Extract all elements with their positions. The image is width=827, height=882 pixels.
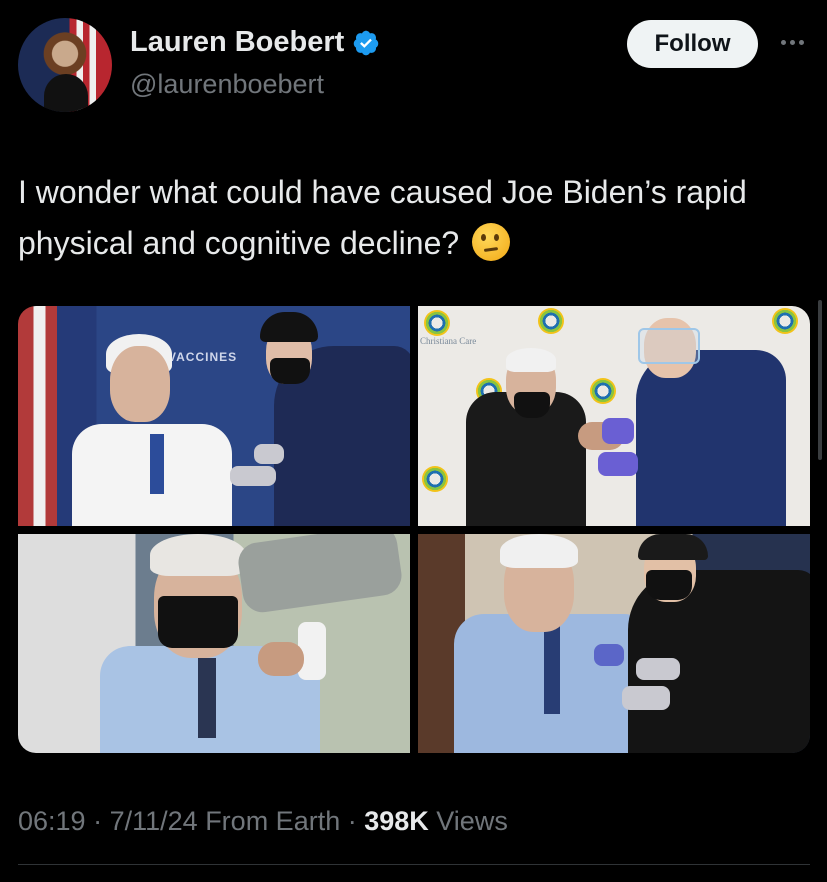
verified-badge-icon: [354, 30, 379, 55]
media-image-2[interactable]: Christiana Care: [418, 306, 810, 526]
views-label[interactable]: Views: [436, 806, 508, 836]
views-count[interactable]: 398K: [364, 806, 429, 836]
tweet-time[interactable]: 06:19: [18, 806, 86, 836]
thinking-face-icon: [472, 223, 511, 261]
avatar[interactable]: [18, 18, 112, 112]
tweet-text: I wonder what could have caused Joe Bide…: [18, 167, 808, 269]
divider: [18, 864, 810, 865]
author-handle[interactable]: @laurenboebert: [130, 69, 324, 100]
author-name-row[interactable]: Lauren Boebert: [130, 26, 380, 59]
tweet-body: I wonder what could have caused Joe Bide…: [18, 174, 747, 261]
image-overlay-text: Christiana Care: [420, 336, 477, 346]
display-name[interactable]: Lauren Boebert: [130, 26, 344, 59]
tweet-date[interactable]: 7/11/24: [110, 806, 198, 836]
more-options-icon[interactable]: [776, 30, 808, 54]
tweet-meta: 06:19 · 7/11/24 From Earth · 398K Views: [18, 806, 508, 836]
image-overlay-text: VACCINES: [168, 350, 238, 364]
media-image-1[interactable]: VACCINES: [18, 306, 410, 526]
media-grid[interactable]: VACCINES Christiana Care: [18, 306, 810, 753]
follow-button[interactable]: Follow: [627, 20, 758, 68]
scrollbar[interactable]: [818, 300, 822, 460]
tweet-source: From Earth: [205, 806, 341, 836]
media-image-4[interactable]: [418, 534, 810, 753]
media-image-3[interactable]: [18, 534, 410, 753]
